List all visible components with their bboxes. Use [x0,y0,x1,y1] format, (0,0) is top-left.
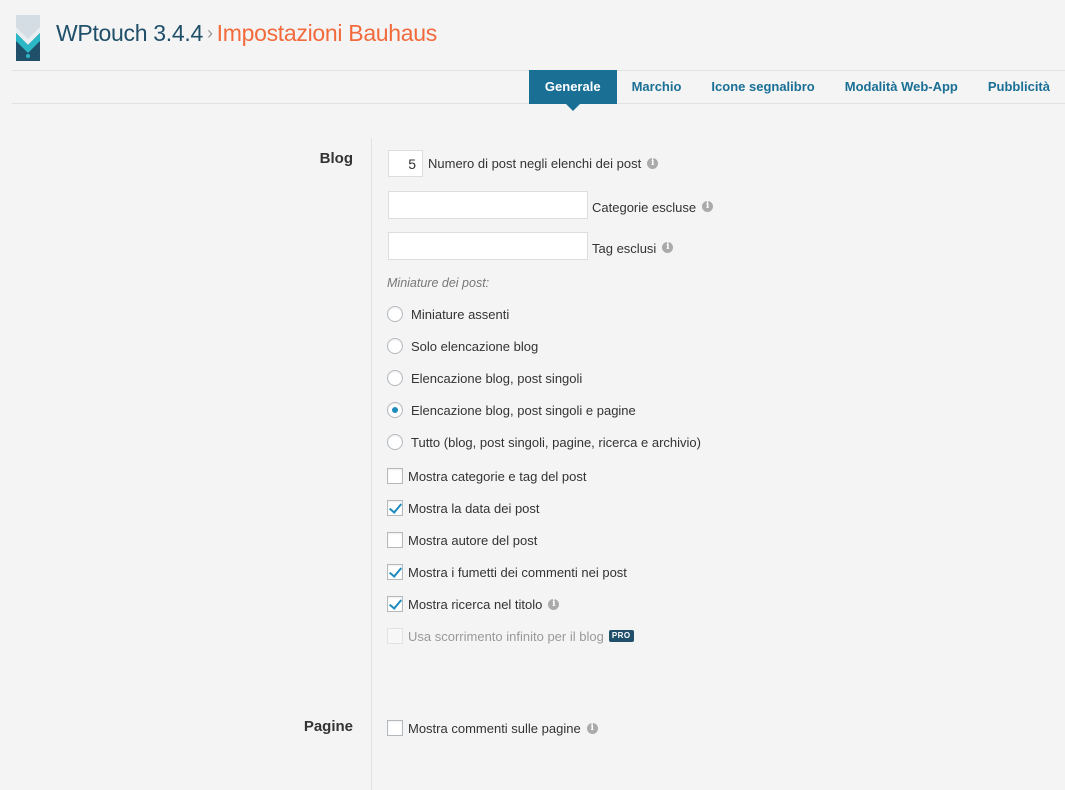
tab-icone-segnalibro[interactable]: Icone segnalibro [696,70,829,104]
checkbox-checked[interactable] [387,564,403,580]
pro-badge: PRO [608,630,634,642]
tab-bar: Generale Marchio Icone segnalibro Modali… [12,70,1065,111]
thumbnails-heading: Miniature dei post: [387,276,490,290]
radio-button[interactable] [387,338,403,354]
radio-thumbnails-blog-single[interactable]: Elencazione blog, post singoli [387,370,582,386]
excluded-categories-input[interactable] [388,191,588,219]
tab-marchio[interactable]: Marchio [617,70,697,104]
tab-modalita-web-app[interactable]: Modalità Web-App [830,70,973,104]
section-divider [371,138,372,790]
info-icon[interactable]: i [647,158,659,169]
section-label-pages: Pagine [303,718,353,735]
radio-label: Elencazione blog, post singoli [411,370,583,386]
posts-count-label: Numero di post negli elenchi dei post [428,156,642,171]
radio-thumbnails-blog-single-pages[interactable]: Elencazione blog, post singoli e pagine [387,402,636,418]
radio-button[interactable] [387,306,403,322]
radio-button[interactable] [387,434,403,450]
radio-thumbnails-blog-only[interactable]: Solo elencazione blog [387,338,538,354]
excluded-tags-row: Tag esclusi i [388,232,674,260]
excluded-tags-label: Tag esclusi [592,240,657,256]
posts-count-input[interactable] [388,150,423,177]
info-icon[interactable]: i [702,200,714,212]
posts-count-row: Numero di post negli elenchi dei post i [388,150,659,177]
info-icon[interactable]: i [586,722,598,734]
breadcrumb-separator: › [206,23,213,43]
radio-button[interactable] [387,370,403,386]
tab-generale[interactable]: Generale [528,70,617,111]
tabs: Generale Marchio Icone segnalibro Modali… [528,70,1065,111]
checkbox-show-post-author[interactable]: Mostra autore del post [387,532,537,548]
checkbox-show-post-date[interactable]: Mostra la data dei post [387,500,540,516]
checkbox-infinite-scroll: Usa scorrimento infinito per il blog PRO [387,628,634,644]
radio-thumbnails-none[interactable]: Miniature assenti [387,306,509,322]
radio-label: Tutto (blog, post singoli, pagine, ricer… [411,434,701,450]
section-label-blog: Blog [319,150,353,167]
checkbox-label: Mostra autore del post [408,532,538,548]
checkbox-label: Mostra ricerca nel titolo [408,596,543,612]
checkbox-show-page-comments[interactable]: Mostra commenti sulle pagine i [387,720,598,736]
settings-title: Impostazioni Bauhaus [216,20,438,46]
checkbox-show-comment-bubbles[interactable]: Mostra i fumetti dei commenti nei post [387,564,627,580]
page-title: WPtouch 3.4.4 › Impostazioni Bauhaus [56,20,437,47]
radio-button-selected[interactable] [387,402,403,418]
info-icon[interactable]: i [662,241,674,253]
checkbox-label: Mostra la data dei post [408,500,540,516]
checkbox-label: Mostra categorie e tag del post [408,468,587,484]
tab-pubblicita[interactable]: Pubblicità [973,70,1065,104]
checkbox[interactable] [387,468,403,484]
checkbox-label: Mostra commenti sulle pagine [408,720,581,736]
checkbox-checked[interactable] [387,500,403,516]
excluded-categories-row: Categorie escluse i [388,191,714,219]
checkbox-show-categories-tags[interactable]: Mostra categorie e tag del post [387,468,587,484]
page-header: WPtouch 3.4.4 › Impostazioni Bauhaus [0,0,1065,70]
checkbox-disabled [387,628,403,644]
excluded-categories-label: Categorie escluse [592,199,697,215]
checkbox[interactable] [387,720,403,736]
app-name: WPtouch 3.4.4 [56,20,203,46]
radio-thumbnails-all[interactable]: Tutto (blog, post singoli, pagine, ricer… [387,434,701,450]
checkbox-show-search-in-title[interactable]: Mostra ricerca nel titolo i [387,596,560,612]
excluded-tags-input[interactable] [388,232,588,260]
radio-label: Elencazione blog, post singoli e pagine [411,402,636,418]
checkbox[interactable] [387,532,403,548]
radio-label: Miniature assenti [411,306,510,322]
checkbox-label: Mostra i fumetti dei commenti nei post [408,564,627,580]
info-icon[interactable]: i [548,598,560,610]
checkbox-checked[interactable] [387,596,403,612]
radio-label: Solo elencazione blog [411,338,539,354]
wptouch-logo-icon [16,15,40,61]
checkbox-label: Usa scorrimento infinito per il blog [408,628,604,644]
